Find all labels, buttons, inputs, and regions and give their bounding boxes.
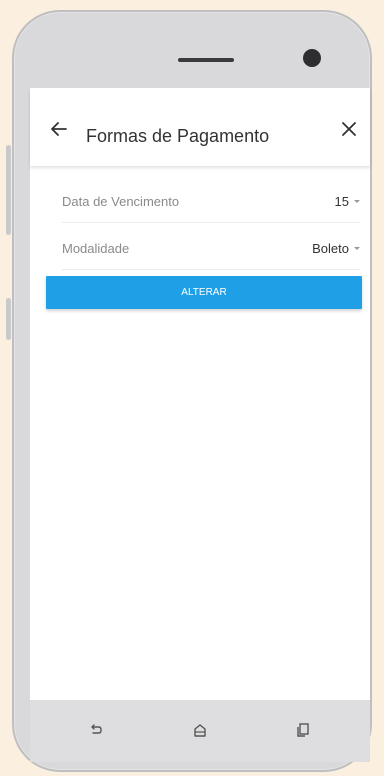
payment-method-label: Modalidade	[62, 241, 130, 256]
page-title: Formas de Pagamento	[86, 126, 270, 146]
system-nav-bar	[30, 700, 370, 762]
due-date-row: Data de Vencimento 15	[62, 180, 360, 223]
payment-method-select[interactable]: Boleto	[312, 241, 360, 256]
close-icon[interactable]	[341, 121, 357, 137]
due-date-value: 15	[334, 194, 349, 209]
chevron-down-icon	[354, 247, 360, 250]
power-button	[6, 298, 11, 340]
chevron-down-icon	[354, 200, 360, 203]
due-date-label: Data de Vencimento	[62, 194, 180, 209]
payment-method-row: Modalidade Boleto	[62, 227, 360, 270]
due-date-select[interactable]: 15	[335, 194, 360, 209]
alterar-button[interactable]: ALTERAR	[46, 276, 362, 309]
recents-nav-icon[interactable]	[295, 722, 311, 738]
app-screen: Formas de Pagamento Data de Vencimento 1…	[30, 88, 370, 700]
arrow-left-icon[interactable]	[50, 121, 68, 137]
app-bar: Formas de Pagamento	[30, 88, 370, 166]
home-nav-icon[interactable]	[192, 722, 208, 738]
payment-method-value: Boleto	[312, 241, 349, 256]
speaker-grille	[178, 58, 234, 62]
back-nav-icon[interactable]	[88, 722, 104, 738]
volume-button	[6, 145, 11, 235]
front-camera	[303, 49, 321, 67]
